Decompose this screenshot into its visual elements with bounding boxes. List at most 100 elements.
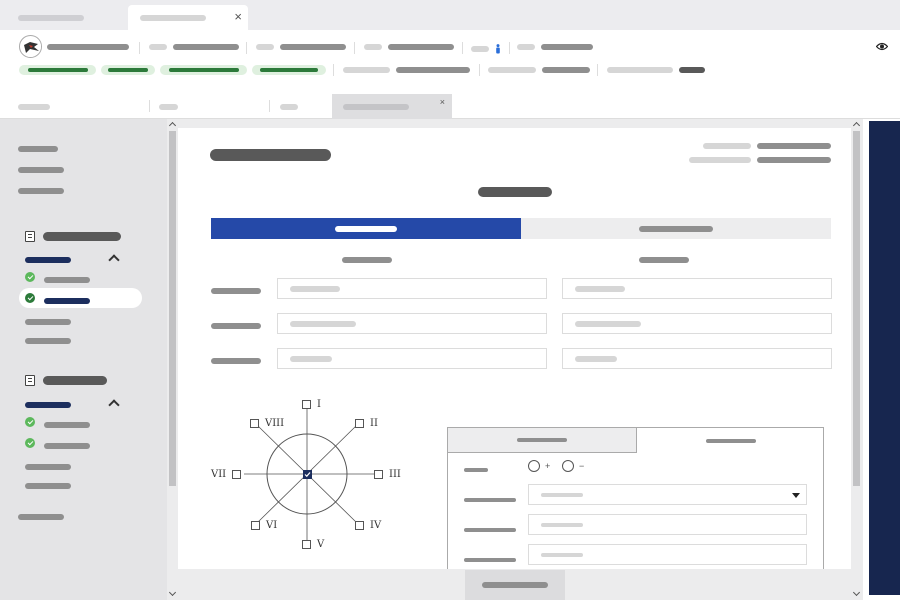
toggle-postal-address[interactable]	[211, 218, 521, 239]
nav-user[interactable]	[471, 44, 501, 54]
browser-tab-application-form[interactable]: ×	[128, 5, 248, 30]
sidebar-link-dashboard[interactable]	[18, 143, 58, 155]
center-checkbox[interactable]	[303, 470, 312, 479]
previous-city-input[interactable]	[562, 313, 832, 334]
sidebar-item-summary[interactable]	[25, 480, 71, 492]
sidebar-item-identity[interactable]	[44, 274, 90, 286]
browser-tab-label	[140, 14, 206, 21]
badge-application	[19, 65, 96, 75]
divider	[354, 42, 355, 54]
length-label	[464, 524, 516, 536]
checkbox[interactable]	[355, 521, 364, 530]
radio-button[interactable]	[528, 460, 540, 472]
continue-button[interactable]	[465, 570, 565, 600]
checkbox[interactable]	[355, 419, 364, 428]
checkbox[interactable]	[251, 521, 260, 530]
close-icon[interactable]: ×	[440, 97, 445, 107]
sidebar-link-saved-items[interactable]	[18, 185, 64, 197]
arrow-down-icon[interactable]	[852, 588, 861, 597]
right-scrollbar[interactable]	[851, 119, 862, 600]
direction-option-viii[interactable]: VIII	[250, 418, 284, 429]
sidebar-sub-vessel-details[interactable]	[25, 399, 71, 411]
logo-icon[interactable]	[19, 35, 42, 58]
sidebar-item-hull-data[interactable]	[44, 419, 90, 431]
row-label-city	[211, 320, 261, 332]
direction-option-vi[interactable]: VI	[251, 520, 277, 531]
close-icon[interactable]: ×	[234, 10, 242, 24]
tab-measurements[interactable]	[448, 428, 636, 453]
nav-submissions[interactable]	[364, 44, 454, 50]
previous-street-input[interactable]	[562, 278, 832, 299]
mode-radio-minus[interactable]: −	[562, 460, 584, 472]
direction-option-iii[interactable]: III	[374, 469, 401, 480]
gross-tonnage-label	[464, 554, 516, 566]
checkbox[interactable]	[302, 400, 311, 409]
current-postcode-input[interactable]	[277, 348, 547, 369]
arrow-down-icon[interactable]	[168, 588, 177, 597]
divider	[597, 64, 598, 76]
divider	[149, 100, 150, 112]
scroll-thumb[interactable]	[853, 131, 860, 486]
current-street-input[interactable]	[277, 278, 547, 299]
tab-tasks[interactable]	[159, 94, 269, 119]
badge-documents	[252, 65, 326, 75]
tab-application-form[interactable]: ×	[332, 94, 452, 119]
checkbox[interactable]	[232, 470, 242, 479]
arrow-up-icon[interactable]	[168, 121, 177, 130]
checkbox[interactable]	[250, 419, 259, 428]
checkbox[interactable]	[374, 470, 383, 479]
app-header	[0, 30, 900, 90]
divider	[462, 42, 463, 54]
check-circle-icon	[25, 417, 35, 427]
nav-help-centre[interactable]	[517, 44, 593, 50]
sidebar-item-contact[interactable]	[25, 316, 71, 328]
sidebar-section-vessel-info[interactable]	[25, 375, 107, 386]
tab-certificates[interactable]	[636, 428, 824, 453]
sidebar-item-address[interactable]	[44, 295, 90, 307]
app-name[interactable]	[47, 44, 129, 50]
gross-tonnage-input[interactable]	[528, 544, 807, 565]
tab-overview[interactable]	[18, 94, 148, 119]
nav-applications[interactable]	[256, 44, 346, 50]
browser-tab-portal-home[interactable]	[6, 5, 124, 30]
meta-case-officer	[607, 67, 705, 73]
direction-option-ii[interactable]: II	[355, 418, 378, 429]
sidebar-link-my-requests[interactable]	[18, 164, 64, 176]
check-circle-icon	[25, 272, 35, 282]
mode-label	[464, 464, 488, 476]
badge-accepted	[101, 65, 155, 75]
previous-postcode-input[interactable]	[562, 348, 832, 369]
chevron-up-icon[interactable]	[108, 399, 120, 411]
check-icon	[304, 472, 311, 478]
sidebar-sub-personal-data[interactable]	[25, 254, 71, 266]
left-scrollbar[interactable]	[167, 119, 178, 600]
form-content: I II III IV V VI VII VIII + −	[178, 128, 851, 569]
sidebar-item-equipment[interactable]	[44, 440, 90, 452]
sidebar-link-submit-form[interactable]	[18, 511, 64, 523]
sidebar-item-review[interactable]	[25, 335, 71, 347]
meta-submitted	[488, 67, 590, 73]
mode-radio-plus[interactable]: +	[528, 460, 550, 472]
current-city-input[interactable]	[277, 313, 547, 334]
row-label-street	[211, 285, 261, 297]
radio-button[interactable]	[562, 460, 574, 472]
arrow-up-icon[interactable]	[852, 121, 861, 130]
person-icon	[496, 44, 500, 54]
sidebar-item-crew-list[interactable]	[25, 461, 71, 473]
scroll-thumb[interactable]	[169, 131, 176, 486]
direction-option-iv[interactable]: IV	[355, 520, 381, 531]
chevron-up-icon[interactable]	[108, 254, 120, 266]
direction-option-v[interactable]: V	[302, 539, 324, 550]
survey-type-select[interactable]	[528, 484, 807, 505]
tab-notes[interactable]	[280, 94, 330, 119]
direction-option-i[interactable]: I	[302, 399, 321, 410]
nav-registrations[interactable]	[149, 44, 239, 50]
eye-icon[interactable]	[875, 42, 889, 54]
sidebar-section-registration[interactable]	[25, 231, 121, 242]
checkbox[interactable]	[302, 540, 311, 549]
divider	[246, 42, 247, 54]
row-label-postcode	[211, 355, 261, 367]
toggle-physical-address[interactable]	[521, 218, 831, 239]
length-overall-input[interactable]	[528, 514, 807, 535]
direction-option-vii[interactable]: VII	[211, 469, 242, 480]
